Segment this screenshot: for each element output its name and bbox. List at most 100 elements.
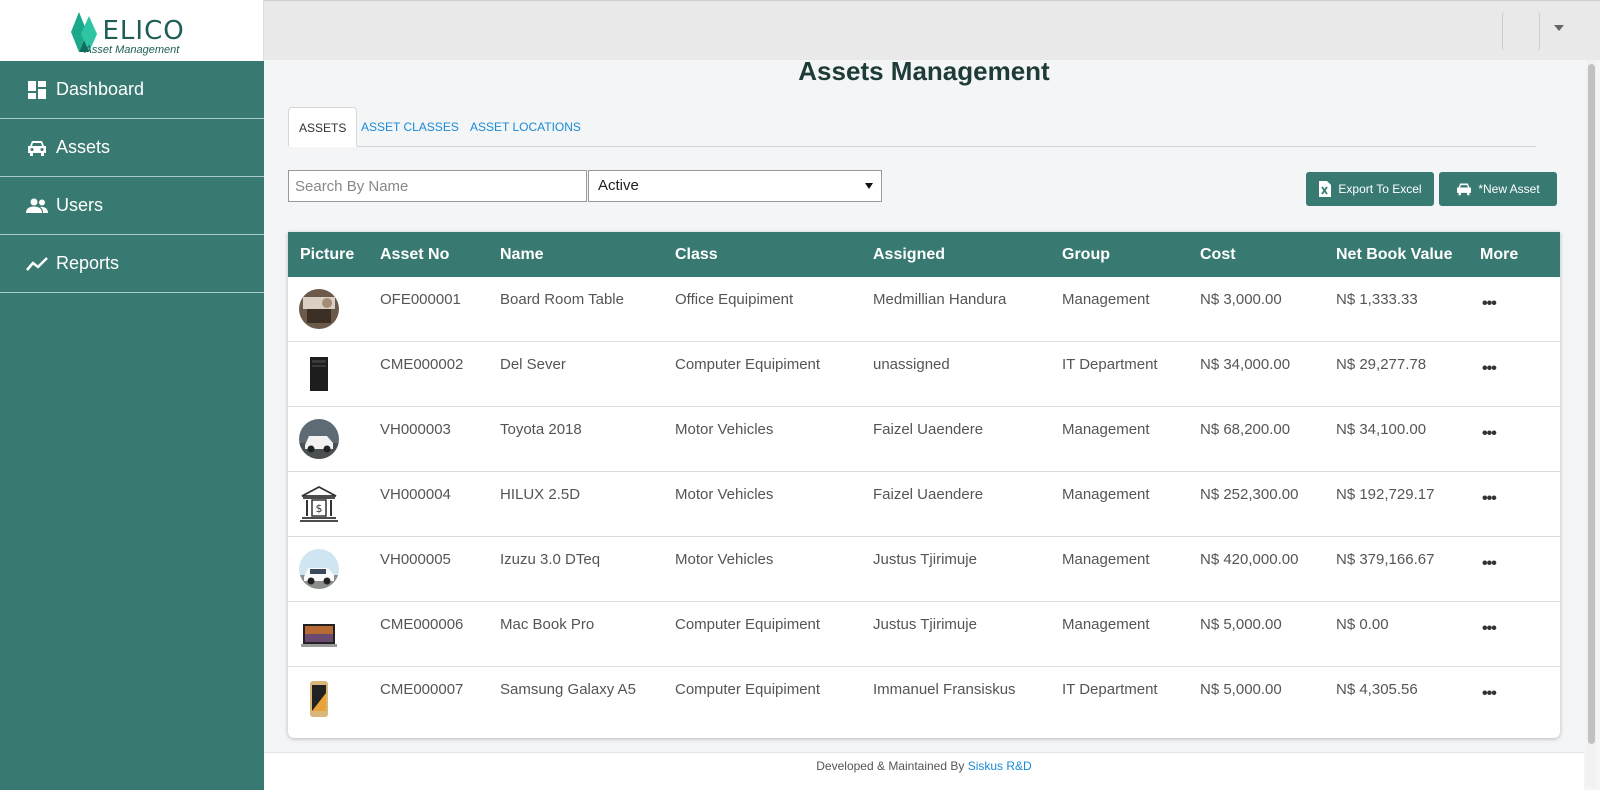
logo-area: ELICO Asset Management <box>0 0 264 61</box>
footer: Developed & Maintained By Siskus R&D <box>264 752 1584 790</box>
tab-bar: ASSETS ASSET CLASSES ASSET LOCATIONS <box>288 107 1536 147</box>
avatar[interactable] <box>1502 11 1540 51</box>
asset-cost: N$ 34,000.00 <box>1200 356 1291 373</box>
footer-link[interactable]: Siskus R&D <box>968 759 1032 773</box>
asset-assigned: Faizel Uaendere <box>873 421 984 438</box>
sidebar: ELICO Asset Management Dashboard Assets … <box>0 0 264 790</box>
col-picture[interactable]: Picture <box>300 232 354 277</box>
asset-nbv: N$ 29,277.78 <box>1336 356 1427 373</box>
asset-no: VH000005 <box>380 551 451 568</box>
col-asset-no[interactable]: Asset No <box>380 232 449 277</box>
more-options-icon[interactable]: ••• <box>1482 295 1497 313</box>
asset-cost: N$ 420,000.00 <box>1200 551 1299 568</box>
sidebar-item-reports[interactable]: Reports <box>0 235 264 293</box>
users-icon <box>26 195 48 217</box>
sidebar-item-label: Reports <box>56 253 120 273</box>
table-row[interactable]: CME000007 Samsung Galaxy A5 Computer Equ… <box>288 667 1560 732</box>
asset-picture[interactable] <box>299 679 339 719</box>
table-row[interactable]: CME000002 Del Sever Computer Equipiment … <box>288 342 1560 407</box>
asset-picture[interactable] <box>299 419 339 459</box>
more-options-icon[interactable]: ••• <box>1482 425 1497 443</box>
asset-name: HILUX 2.5D <box>500 486 581 503</box>
asset-assigned: Medmillian Handura <box>873 291 1007 308</box>
asset-class: Computer Equipiment <box>675 616 821 633</box>
asset-cost: N$ 3,000.00 <box>1200 291 1282 308</box>
brand-subtitle: Asset Management <box>84 43 180 56</box>
more-options-icon[interactable]: ••• <box>1482 360 1497 378</box>
col-group[interactable]: Group <box>1062 232 1110 277</box>
asset-class: Office Equipiment <box>675 291 794 308</box>
asset-picture[interactable] <box>299 549 339 589</box>
excel-file-icon <box>1319 181 1332 197</box>
col-class[interactable]: Class <box>675 232 718 277</box>
tab-asset-classes[interactable]: ASSET CLASSES <box>351 107 469 147</box>
asset-no: VH000004 <box>380 486 451 503</box>
asset-no: VH000003 <box>380 421 451 438</box>
assets-table: Picture Asset No Name Class Assigned Gro… <box>288 232 1560 738</box>
bank-icon[interactable]: $ <box>299 484 339 524</box>
asset-name: Del Sever <box>500 356 566 373</box>
col-more: More <box>1480 246 1519 263</box>
status-select[interactable]: Active <box>588 170 882 202</box>
main-content: Assets Management ASSETS ASSET CLASSES A… <box>264 56 1584 790</box>
asset-group: IT Department <box>1062 681 1158 698</box>
asset-group: Management <box>1062 551 1150 568</box>
col-name[interactable]: Name <box>500 232 544 277</box>
sidebar-item-dashboard[interactable]: Dashboard <box>0 61 264 119</box>
asset-nbv: N$ 192,729.17 <box>1336 486 1435 503</box>
asset-name: Board Room Table <box>500 291 624 308</box>
asset-group: Management <box>1062 421 1150 438</box>
asset-group: Management <box>1062 486 1150 503</box>
sidebar-item-users[interactable]: Users <box>0 177 264 235</box>
sidebar-item-label: Assets <box>56 137 111 157</box>
asset-name: Mac Book Pro <box>500 616 595 633</box>
export-excel-button[interactable]: Export To Excel <box>1306 172 1434 206</box>
col-assigned[interactable]: Assigned <box>873 232 945 277</box>
more-options-icon[interactable]: ••• <box>1482 555 1497 573</box>
asset-assigned: Immanuel Fransiskus <box>873 681 1016 698</box>
logo[interactable]: ELICO Asset Management <box>67 6 197 56</box>
col-cost[interactable]: Cost <box>1200 232 1236 277</box>
asset-nbv: N$ 34,100.00 <box>1336 421 1427 438</box>
more-options-icon[interactable]: ••• <box>1482 620 1497 638</box>
car-icon <box>26 137 48 159</box>
status-select-value: Active <box>598 177 639 194</box>
asset-assigned: Justus Tjirimuje <box>873 616 977 633</box>
asset-name: Samsung Galaxy A5 <box>500 681 636 698</box>
car-icon <box>1457 183 1472 196</box>
asset-name: Izuzu 3.0 DTeq <box>500 551 601 568</box>
table-row[interactable]: $ VH000004 HILUX 2.5D Motor Vehicles Fai… <box>288 472 1560 537</box>
export-label: Export To Excel <box>1338 182 1422 196</box>
table-row[interactable]: CME000006 Mac Book Pro Computer Equipime… <box>288 602 1560 667</box>
scrollbar-thumb[interactable] <box>1588 64 1595 744</box>
asset-nbv: N$ 4,305.56 <box>1336 681 1418 698</box>
asset-assigned: Faizel Uaendere <box>873 486 984 503</box>
more-options-icon[interactable]: ••• <box>1482 685 1497 703</box>
asset-cost: N$ 5,000.00 <box>1200 616 1282 633</box>
new-asset-button[interactable]: *New Asset <box>1439 172 1557 206</box>
asset-assigned: Justus Tjirimuje <box>873 551 977 568</box>
asset-cost: N$ 68,200.00 <box>1200 421 1291 438</box>
asset-name: Toyota 2018 <box>500 421 582 438</box>
dashboard-icon <box>26 79 48 101</box>
table-row[interactable]: OFE000001 Board Room Table Office Equipi… <box>288 277 1560 342</box>
more-options-icon[interactable]: ••• <box>1482 490 1497 508</box>
tab-asset-locations[interactable]: ASSET LOCATIONS <box>460 107 591 147</box>
table-row[interactable]: VH000003 Toyota 2018 Motor Vehicles Faiz… <box>288 407 1560 472</box>
page-title: Assets Management <box>798 56 1050 86</box>
search-input[interactable] <box>288 170 587 202</box>
asset-picture[interactable] <box>299 354 339 394</box>
col-net-book-value[interactable]: Net Book Value <box>1336 232 1452 277</box>
tab-assets[interactable]: ASSETS <box>288 107 358 147</box>
chevron-down-icon[interactable] <box>1554 25 1564 31</box>
svg-text:$: $ <box>316 502 323 515</box>
sidebar-item-assets[interactable]: Assets <box>0 119 264 177</box>
asset-no: OFE000001 <box>380 291 461 308</box>
asset-picture[interactable] <box>299 289 339 329</box>
table-row[interactable]: VH000005 Izuzu 3.0 DTeq Motor Vehicles J… <box>288 537 1560 602</box>
trend-line-icon <box>26 253 48 275</box>
asset-class: Motor Vehicles <box>675 551 774 568</box>
asset-picture[interactable] <box>299 614 339 654</box>
sidebar-item-label: Users <box>56 195 104 215</box>
scrollbar[interactable] <box>1586 60 1596 786</box>
